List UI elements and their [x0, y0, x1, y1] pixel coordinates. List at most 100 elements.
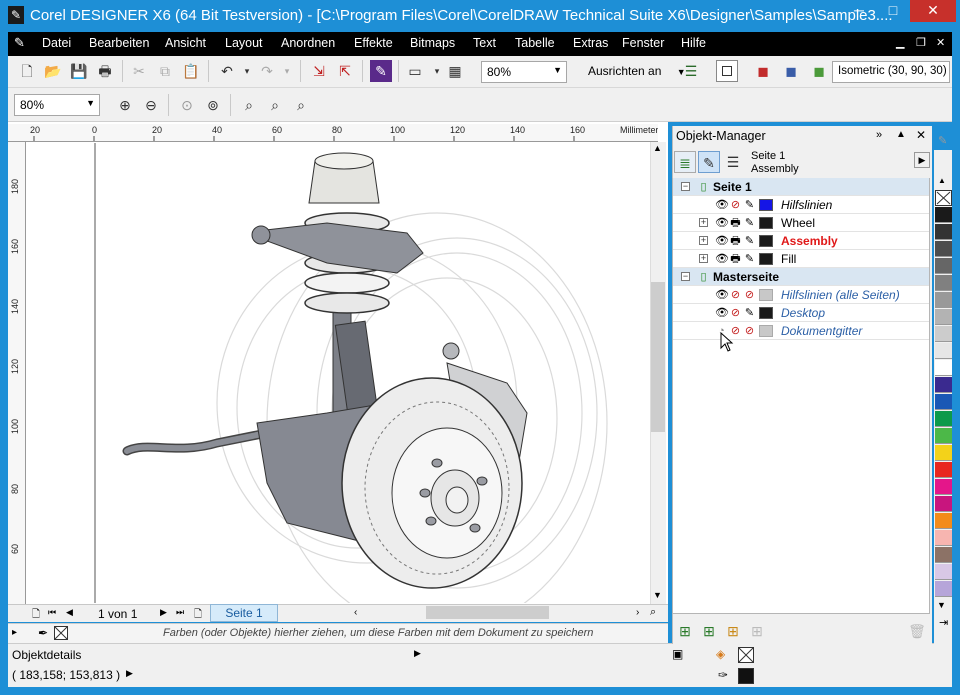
tree-row-page[interactable]: − ▯ Seite 1 [673, 178, 929, 196]
outline-pen-icon[interactable]: ✑ [718, 668, 728, 682]
zoom-selected-icon[interactable]: ⊙ [176, 94, 198, 116]
save-icon[interactable]: 💾 [68, 60, 90, 82]
undo-dropdown-icon[interactable]: ▾ [236, 60, 258, 82]
palette-swatch[interactable] [935, 292, 952, 308]
zoom-combo-secondary[interactable]: 80% ▼ [14, 94, 100, 116]
tree-row-layer[interactable]: + 👁 🖶 ✎ Wheel [673, 214, 929, 232]
vertical-ruler[interactable]: 180 160 140 120 100 80 60 [8, 142, 26, 604]
drawing-page[interactable] [27, 143, 650, 603]
new-document-icon[interactable]: 🗋 [16, 60, 38, 82]
zoom-all-objects-icon[interactable]: ⊚ [202, 94, 224, 116]
cube-green-icon[interactable]: ◼ [808, 60, 830, 82]
visibility-eye-icon[interactable]: 👁 [715, 217, 729, 229]
paste-icon[interactable]: 📋 [180, 60, 202, 82]
visibility-eye-icon[interactable]: 👁 [715, 253, 729, 265]
zoom-page-height-icon[interactable]: ⌕ [290, 94, 312, 116]
menu-anordnen[interactable]: Anordnen [281, 36, 335, 50]
scroll-right-icon[interactable]: › [636, 607, 639, 618]
expand-icon[interactable]: + [699, 236, 708, 245]
print-disabled-icon[interactable]: ⊘ [729, 307, 742, 319]
import-icon[interactable]: ⇲ [308, 60, 330, 82]
edit-pencil-icon[interactable]: ✎ [743, 307, 756, 319]
menu-text[interactable]: Text [473, 36, 496, 50]
doc-minimize-icon[interactable]: ▁ [896, 36, 904, 49]
tree-row-layer[interactable]: 👁 ⊘ ✎ Hilfslinien [673, 196, 929, 214]
palette-swatch[interactable] [935, 275, 952, 291]
color-proof-icon[interactable]: ▣ [672, 647, 683, 661]
open-icon[interactable]: 📂 [42, 60, 64, 82]
palette-swatch[interactable] [935, 360, 952, 376]
tree-row-master-page[interactable]: − ▯ Masterseite [673, 268, 929, 286]
palette-swatch[interactable] [935, 547, 952, 563]
redo-icon[interactable]: ↷ [256, 60, 278, 82]
menu-fenster[interactable]: Fenster [622, 36, 664, 50]
palette-swatch[interactable] [935, 479, 952, 495]
expand-icon[interactable]: + [699, 218, 708, 227]
delete-icon[interactable]: 🗑 [906, 620, 928, 642]
visibility-eye-icon[interactable]: 👁 [715, 307, 729, 319]
page-view-icon[interactable]: ▦ [444, 60, 466, 82]
horizontal-ruler[interactable]: 20 0 20 40 60 80 100 120 140 160 Millime… [8, 124, 658, 142]
palette-swatch[interactable] [935, 224, 952, 240]
docker-collapse-icon[interactable]: » [876, 129, 882, 141]
add-page-after-icon[interactable]: 🗋 [194, 607, 202, 624]
undo-icon[interactable]: ↶ [216, 60, 238, 82]
menu-extras[interactable]: Extras [573, 36, 608, 50]
docker-menu-arrow-icon[interactable]: ▶ [914, 152, 930, 168]
edit-pencil-icon[interactable]: ✎ [743, 217, 756, 229]
print-disabled-icon[interactable]: ⊘ [729, 289, 742, 301]
palette-expand-icon[interactable]: ⇥ [939, 616, 948, 629]
palette-swatch[interactable] [935, 394, 952, 410]
scroll-down-icon[interactable]: ▼ [653, 590, 662, 600]
full-screen-preview-icon[interactable]: ▭ [404, 60, 426, 82]
new-master-layer-icon[interactable]: ⊞ [698, 620, 720, 642]
menu-ansicht[interactable]: Ansicht [165, 36, 206, 50]
cut-icon[interactable]: ✂ [128, 60, 150, 82]
export-icon[interactable]: ⇱ [334, 60, 356, 82]
first-page-icon[interactable]: ⏮ [48, 607, 56, 618]
layer-color-swatch[interactable] [759, 217, 773, 229]
palette-swatch[interactable] [935, 428, 952, 444]
zoom-in-icon[interactable]: ⊕ [114, 94, 136, 116]
layer-manager-view-icon[interactable]: ☰ [722, 151, 744, 173]
edit-disabled-icon[interactable]: ⊘ [743, 289, 756, 301]
zoom-page-width-icon[interactable]: ⌕ [264, 94, 286, 116]
collapse-icon[interactable]: − [681, 182, 690, 191]
scroll-left-icon[interactable]: ‹ [354, 607, 357, 618]
palette-swatch[interactable] [935, 513, 952, 529]
new-layer-icon[interactable]: ⊞ [674, 620, 696, 642]
palette-swatch[interactable] [935, 377, 952, 393]
cube-blue-icon[interactable]: ◼ [780, 60, 802, 82]
frame-toggle-button[interactable] [716, 60, 738, 82]
menu-datei[interactable]: Datei [42, 36, 71, 50]
menu-effekte[interactable]: Effekte [354, 36, 393, 50]
palette-swatch[interactable] [935, 241, 952, 257]
new-master-layer-all-icon[interactable]: ⊞ [722, 620, 744, 642]
tree-row-layer[interactable]: ◔ ⊘ ⊘ Dokumentgitter [673, 322, 929, 340]
scroll-up-icon[interactable]: ▲ [653, 143, 662, 153]
palette-scroll-down-icon[interactable]: ▼ [937, 600, 946, 610]
cube-red-icon[interactable]: ◼ [752, 60, 774, 82]
print-icon[interactable]: 🖶 [94, 60, 116, 82]
tree-row-layer[interactable]: 👁 ⊘ ⊘ Hilfslinien (alle Seiten) [673, 286, 929, 304]
edit-disabled-icon[interactable]: ⊘ [743, 325, 756, 337]
close-button[interactable]: ✕ [910, 0, 956, 22]
menu-hilfe[interactable]: Hilfe [681, 36, 706, 50]
printer-icon[interactable]: 🖶 [729, 235, 742, 247]
palette-swatch[interactable] [935, 309, 952, 325]
palette-swatch[interactable] [935, 258, 952, 274]
app-launcher-icon[interactable]: ✎ [370, 60, 392, 82]
docker-tab-pin-icon[interactable]: ✎ [938, 134, 947, 147]
palette-swatch[interactable] [935, 207, 952, 223]
tree-row-layer[interactable]: + 👁 🖶 ✎ Fill [673, 250, 929, 268]
collapse-icon[interactable]: − [681, 272, 690, 281]
menu-bitmaps[interactable]: Bitmaps [410, 36, 455, 50]
palette-swatch[interactable] [935, 445, 952, 461]
horizontal-scroll-thumb[interactable] [426, 606, 549, 619]
minimize-button[interactable]: ─ [842, 0, 876, 22]
doc-close-icon[interactable]: ✕ [936, 36, 945, 49]
palette-swatch[interactable] [935, 581, 952, 597]
previous-page-icon[interactable]: ◀ [66, 607, 73, 618]
next-page-icon[interactable]: ▶ [160, 607, 167, 618]
palette-swatch[interactable] [935, 411, 952, 427]
